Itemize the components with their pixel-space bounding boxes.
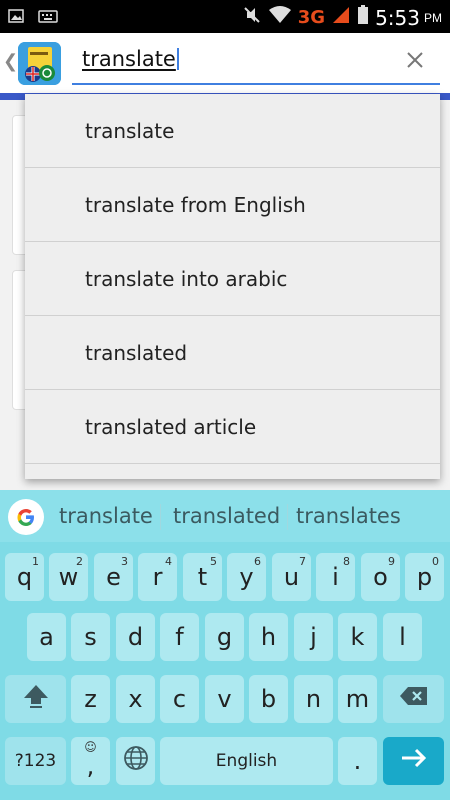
clear-icon[interactable] [404, 49, 426, 71]
space-key[interactable]: English [160, 737, 333, 785]
key-c[interactable]: c [160, 675, 199, 723]
key-k[interactable]: k [338, 613, 377, 661]
battery-icon [357, 5, 369, 30]
on-screen-keyboard: translate translated translates q1 w2 e3… [0, 490, 450, 800]
key-q[interactable]: q1 [5, 553, 44, 601]
emoji-icon: ☺ [84, 740, 97, 754]
key-l[interactable]: l [383, 613, 422, 661]
shift-key[interactable] [5, 675, 66, 723]
text-cursor [176, 48, 179, 70]
key-r[interactable]: r4 [138, 553, 177, 601]
suggestion-item[interactable]: translated [25, 316, 440, 390]
key-v[interactable]: v [205, 675, 244, 723]
key-p[interactable]: p0 [405, 553, 444, 601]
search-input[interactable]: translate [82, 47, 179, 71]
app-bar: ❮ translate [0, 33, 450, 93]
key-n[interactable]: n [294, 675, 333, 723]
key-y[interactable]: y6 [227, 553, 266, 601]
key-w[interactable]: w2 [49, 553, 88, 601]
key-e[interactable]: e3 [94, 553, 133, 601]
shift-icon [22, 683, 50, 715]
search-field[interactable]: translate [72, 39, 440, 85]
key-u[interactable]: u7 [272, 553, 311, 601]
suggestion-item[interactable]: translated article [25, 390, 440, 464]
app-logo-icon[interactable] [18, 42, 61, 85]
key-g[interactable]: g [205, 613, 244, 661]
keyboard-suggestion-strip: translate translated translates [0, 490, 450, 542]
globe-icon [123, 745, 149, 777]
suggestion-divider [287, 504, 288, 530]
keyboard-notification-icon [38, 8, 58, 29]
mute-icon [242, 5, 262, 30]
key-m[interactable]: m [338, 675, 377, 723]
backspace-icon [399, 685, 429, 713]
key-s[interactable]: s [71, 613, 110, 661]
keyboard-word-suggestion[interactable]: translate [59, 504, 153, 528]
suggestion-item[interactable]: translate from English [25, 168, 440, 242]
suggestion-divider [160, 504, 161, 530]
network-type-label: 3G [297, 7, 326, 28]
search-suggestions-dropdown: translate translate from English transla… [25, 94, 440, 479]
key-b[interactable]: b [249, 675, 288, 723]
image-notification-icon [8, 8, 24, 29]
comma-key[interactable]: ☺ , [71, 737, 110, 785]
back-chevron-icon[interactable]: ❮ [3, 51, 18, 72]
language-key[interactable] [116, 737, 155, 785]
key-h[interactable]: h [249, 613, 288, 661]
symbols-key[interactable]: ?123 [5, 737, 66, 785]
status-bar: 3G 5:53 PM [0, 0, 450, 33]
key-i[interactable]: i8 [316, 553, 355, 601]
google-g-icon[interactable] [8, 499, 44, 535]
key-d[interactable]: d [116, 613, 155, 661]
enter-key[interactable] [383, 737, 444, 785]
key-a[interactable]: a [27, 613, 66, 661]
suggestion-item[interactable]: translate [25, 94, 440, 168]
backspace-key[interactable] [383, 675, 444, 723]
arrow-right-icon [400, 747, 428, 775]
key-z[interactable]: z [71, 675, 110, 723]
clock-ampm: PM [424, 10, 442, 25]
key-f[interactable]: f [160, 613, 199, 661]
keyboard-word-suggestion[interactable]: translated [173, 504, 280, 528]
key-t[interactable]: t5 [183, 553, 222, 601]
suggestion-item[interactable]: translate into arabic [25, 242, 440, 316]
key-j[interactable]: j [294, 613, 333, 661]
clock-time: 5:53 [375, 5, 420, 30]
wifi-icon [268, 5, 292, 30]
signal-icon [331, 5, 351, 30]
key-o[interactable]: o9 [361, 553, 400, 601]
key-x[interactable]: x [116, 675, 155, 723]
period-key[interactable]: . [338, 737, 377, 785]
keyboard-word-suggestion[interactable]: translates [296, 504, 401, 528]
